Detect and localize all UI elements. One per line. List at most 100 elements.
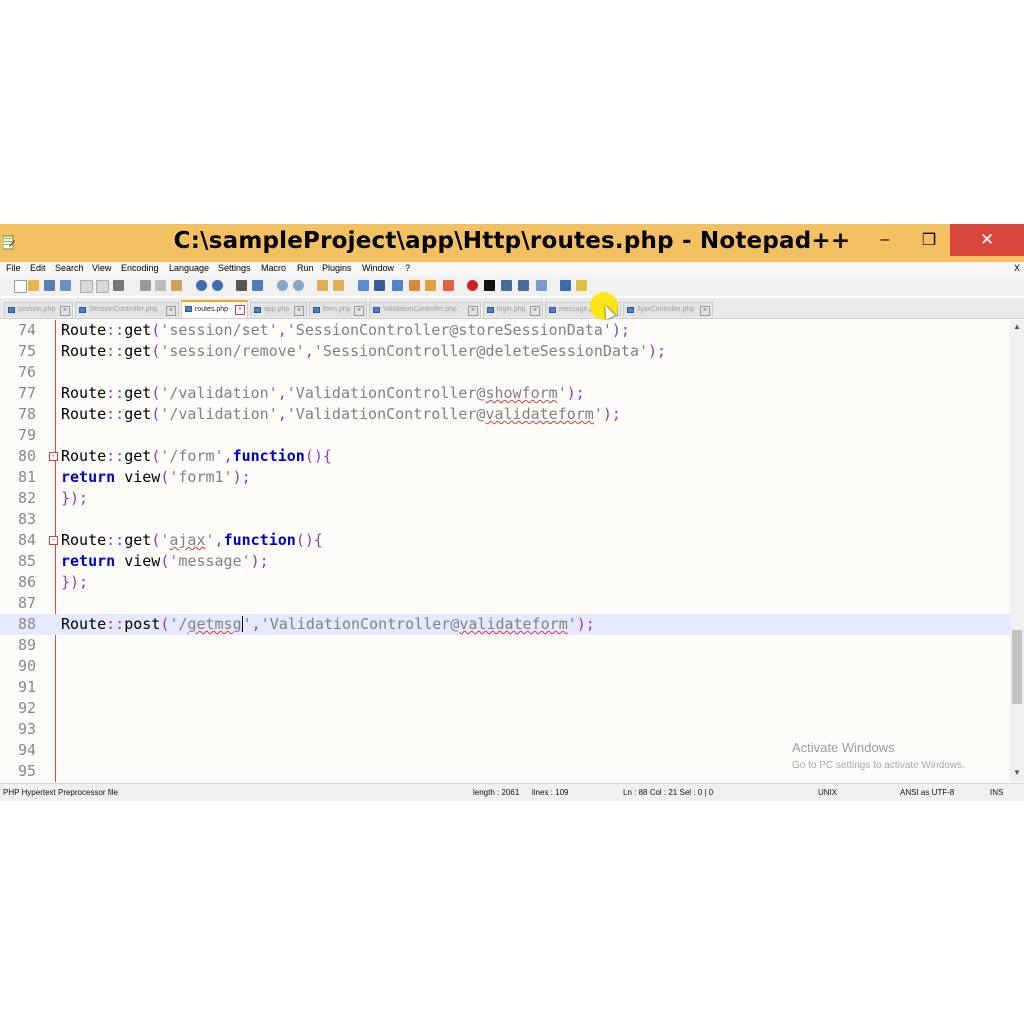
- line-number: 82: [17, 489, 36, 507]
- tab-close-icon[interactable]: ×: [700, 306, 710, 316]
- tab-sessioncontroller-php[interactable]: SessionController.php ×: [75, 302, 179, 317]
- menu-settings[interactable]: Settings: [218, 263, 251, 273]
- menu-search[interactable]: Search: [55, 263, 84, 273]
- title-bar[interactable]: C:\sampleProject\app\Http\routes.php - N…: [0, 224, 1024, 262]
- save-icon[interactable]: [44, 280, 55, 291]
- tab-label: AjaxController.php: [637, 306, 695, 313]
- code-line[interactable]: 82});: [0, 488, 1010, 509]
- fold-toggle-icon[interactable]: -: [49, 536, 58, 545]
- scroll-down-icon[interactable]: ▼: [1010, 768, 1024, 777]
- scrollbar-thumb[interactable]: [1012, 630, 1022, 704]
- tab-close-icon[interactable]: ×: [166, 306, 176, 316]
- word-wrap-icon[interactable]: [358, 280, 369, 291]
- menu-language[interactable]: Language: [169, 263, 209, 273]
- undo-icon[interactable]: [196, 280, 207, 291]
- code-line[interactable]: 89: [0, 635, 1010, 656]
- open-file-icon[interactable]: [28, 280, 39, 291]
- tab-session-php[interactable]: session.php ×: [4, 302, 73, 317]
- code-line[interactable]: 76: [0, 362, 1010, 383]
- save-macro-icon[interactable]: [536, 280, 547, 291]
- tab-validationcontroller-php[interactable]: ValidationController.php ×: [369, 302, 481, 317]
- menu-encoding[interactable]: Encoding: [121, 263, 159, 273]
- code-line[interactable]: 79: [0, 425, 1010, 446]
- document-close-x[interactable]: X: [1014, 263, 1020, 273]
- menu-file[interactable]: File: [6, 263, 21, 273]
- tab-routes-php[interactable]: routes.php ×: [181, 300, 248, 318]
- print-icon[interactable]: [113, 280, 124, 291]
- code-line[interactable]: 81 return view('form1');: [0, 467, 1010, 488]
- code-line[interactable]: 93: [0, 719, 1010, 740]
- vertical-scrollbar[interactable]: ▲ ▼: [1010, 320, 1024, 782]
- tab-ajaxcontroller-php[interactable]: AjaxController.php ×: [623, 302, 713, 317]
- run-macro-multiple-icon[interactable]: [518, 280, 529, 291]
- code-line[interactable]: 87: [0, 593, 1010, 614]
- menu-run[interactable]: Run: [297, 263, 314, 273]
- code-line[interactable]: 84 - Route::get('ajax',function(){: [0, 530, 1010, 551]
- copy-icon[interactable]: [155, 280, 166, 291]
- zoom-out-icon[interactable]: [293, 280, 304, 291]
- auto-spell-icon[interactable]: [576, 280, 587, 291]
- code-line[interactable]: 75 Route::get('session/remove','SessionCo…: [0, 341, 1010, 362]
- tab-close-icon[interactable]: ×: [60, 306, 70, 316]
- spell-check-icon[interactable]: [560, 280, 571, 291]
- code-line[interactable]: 74 Route::get('session/set','SessionContr…: [0, 320, 1010, 341]
- minimize-button[interactable]: –: [862, 224, 908, 256]
- code-line-current[interactable]: 88 Route::post('/getmsg','ValidationContr…: [0, 614, 1010, 635]
- line-number: 91: [17, 678, 36, 696]
- close-file-icon[interactable]: [80, 280, 93, 293]
- line-number: 86: [17, 573, 36, 591]
- menu-view[interactable]: View: [92, 263, 111, 273]
- menu-help[interactable]: ?: [405, 263, 410, 273]
- sync-vertical-icon[interactable]: [317, 280, 328, 291]
- line-number: 77: [17, 384, 36, 402]
- new-file-icon[interactable]: [14, 280, 27, 293]
- tab-app-php[interactable]: app.php ×: [250, 302, 307, 317]
- record-macro-icon[interactable]: [467, 280, 478, 291]
- stop-macro-icon[interactable]: [484, 280, 495, 291]
- menu-plugins[interactable]: Plugins: [322, 263, 352, 273]
- code-line[interactable]: 80 - Route::get('/form',function(){: [0, 446, 1010, 467]
- code-editor[interactable]: 74 Route::get('session/set','SessionContr…: [0, 320, 1010, 782]
- tab-login-php[interactable]: login.php ×: [483, 302, 543, 317]
- php-file-icon: [254, 307, 261, 313]
- code-line[interactable]: 90: [0, 656, 1010, 677]
- user-language-icon[interactable]: [409, 280, 420, 291]
- replace-icon[interactable]: [252, 280, 263, 291]
- zoom-in-icon[interactable]: [277, 280, 288, 291]
- redo-icon[interactable]: [212, 280, 223, 291]
- close-all-icon[interactable]: [96, 280, 109, 293]
- menu-macro[interactable]: Macro: [261, 263, 286, 273]
- show-all-chars-icon[interactable]: [374, 280, 385, 291]
- code-line[interactable]: 91: [0, 677, 1010, 698]
- indent-guide-icon[interactable]: [392, 280, 403, 291]
- cut-icon[interactable]: [140, 280, 151, 291]
- restore-button[interactable]: ❐: [906, 224, 952, 256]
- code-text: Route::post('/getmsg','ValidationControl…: [61, 615, 595, 633]
- save-all-icon[interactable]: [60, 280, 71, 291]
- tab-close-icon[interactable]: ×: [294, 306, 304, 316]
- paste-icon[interactable]: [171, 280, 182, 291]
- doc-map-icon[interactable]: [425, 280, 436, 291]
- sync-horizontal-icon[interactable]: [333, 280, 344, 291]
- play-macro-icon[interactable]: [501, 280, 512, 291]
- function-list-icon[interactable]: [443, 280, 454, 291]
- find-icon[interactable]: [236, 280, 247, 291]
- code-line[interactable]: 78 Route::get('/validation','ValidationCo…: [0, 404, 1010, 425]
- code-line[interactable]: 77 Route::get('/validation','ValidationCo…: [0, 383, 1010, 404]
- code-line[interactable]: 86});: [0, 572, 1010, 593]
- code-line[interactable]: 85 return view('message');: [0, 551, 1010, 572]
- menu-edit[interactable]: Edit: [30, 263, 46, 273]
- tab-close-icon[interactable]: ×: [235, 305, 245, 315]
- tab-close-icon[interactable]: ×: [468, 306, 478, 316]
- fold-toggle-icon[interactable]: -: [49, 452, 58, 461]
- tab-close-icon[interactable]: ×: [530, 306, 540, 316]
- tab-close-icon[interactable]: ×: [354, 306, 364, 316]
- status-bar: PHP Hypertext Preprocessor file length :…: [0, 783, 1024, 801]
- scroll-up-icon[interactable]: ▲: [1010, 322, 1024, 331]
- close-button[interactable]: ✕: [950, 224, 1024, 256]
- tab-form-php[interactable]: form.php ×: [309, 302, 367, 317]
- code-line[interactable]: 83: [0, 509, 1010, 530]
- menu-window[interactable]: Window: [362, 263, 394, 273]
- tab-bar: session.php × SessionController.php × rout…: [0, 298, 1024, 319]
- code-line[interactable]: 92: [0, 698, 1010, 719]
